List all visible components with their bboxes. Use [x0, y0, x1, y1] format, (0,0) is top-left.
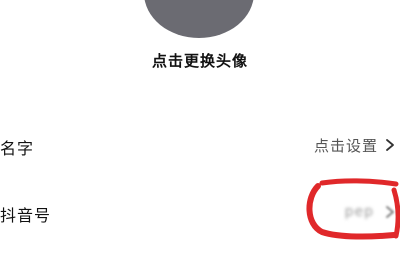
douyin-id-value: pep [344, 204, 374, 220]
name-row[interactable]: 名字 点击设置 [0, 125, 400, 165]
name-value: 点击设置 [313, 137, 378, 155]
douyin-id-row[interactable]: 抖音号 pep [0, 192, 400, 232]
avatar[interactable] [144, 0, 254, 38]
name-label: 名字 [0, 139, 35, 158]
chevron-right-icon [382, 135, 398, 155]
douyin-id-label: 抖音号 [0, 206, 52, 225]
change-avatar-label[interactable]: 点击更换头像 [0, 50, 400, 71]
chevron-right-icon [382, 202, 398, 222]
